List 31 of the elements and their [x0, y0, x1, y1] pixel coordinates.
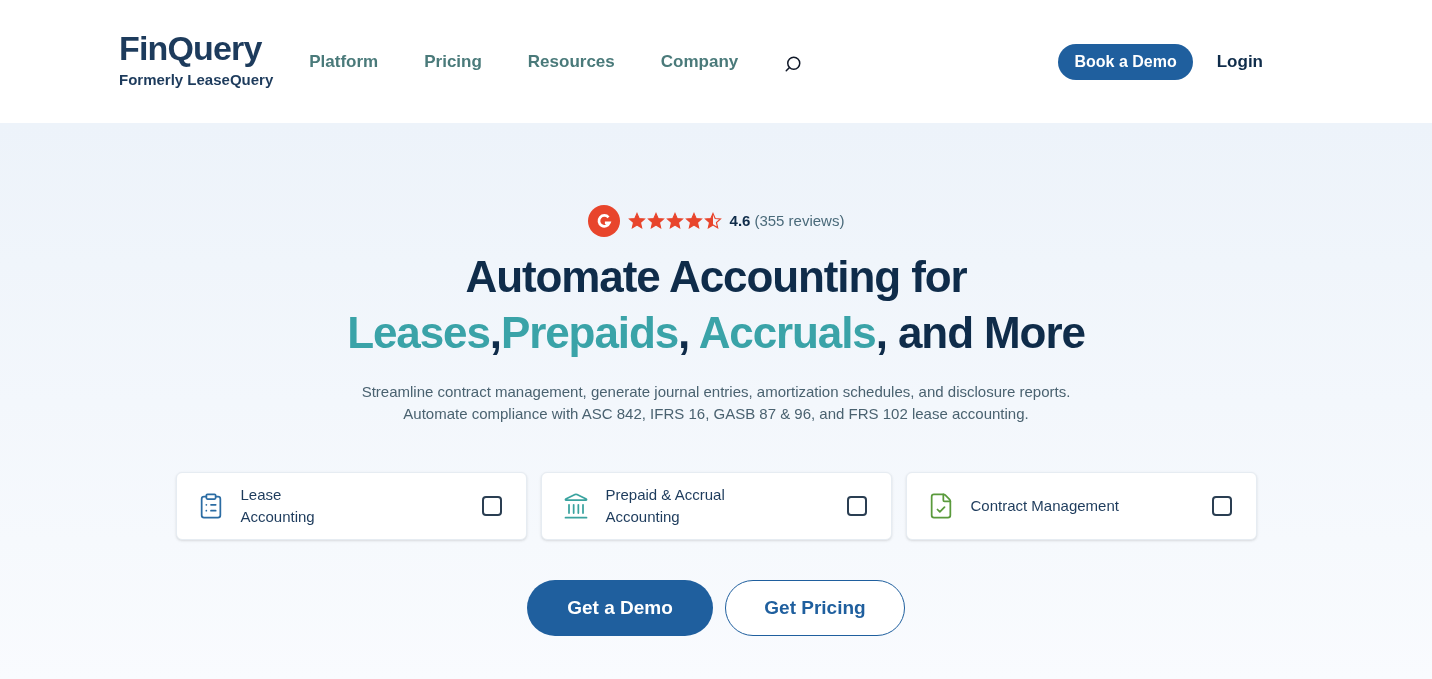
get-demo-button[interactable]: Get a Demo	[527, 580, 713, 636]
logo-tagline: Formerly LeaseQuery	[119, 70, 274, 91]
option-checkbox[interactable]	[846, 496, 867, 516]
review-count: (355 reviews)	[754, 210, 845, 231]
star-icon	[627, 212, 646, 230]
star-icon	[665, 212, 684, 230]
nav-link[interactable]: Platform	[309, 48, 379, 75]
hero-subtitle: Streamline contract management, generate journal entries, amortization schedules, and disclosure reports.	[361, 382, 1071, 402]
product-option-card[interactable]: Lease Accounting	[175, 472, 527, 540]
rating-score: 4.6	[729, 210, 751, 231]
hero-headline: Automate Accounting for Leases,Prepaids, Accruals, and More	[346, 251, 1086, 359]
login-link[interactable]: Login	[1216, 48, 1263, 75]
option-checkbox[interactable]	[481, 496, 502, 516]
star-icon	[646, 212, 665, 230]
nav-link[interactable]: Resources	[527, 48, 615, 75]
hero-subtitle: Automate compliance with ASC 842, IFRS 16, GASB 87 & 96, and FRS 102 lease accounting.	[403, 404, 1029, 424]
option-checkbox[interactable]	[1211, 496, 1232, 516]
book-demo-button[interactable]: Book a Demo	[1058, 43, 1193, 80]
star-icon	[684, 212, 703, 230]
get-pricing-button[interactable]: Get Pricing	[725, 580, 905, 636]
nav-link[interactable]: Pricing	[424, 48, 482, 75]
logo-wordmark[interactable]: FinQuery	[119, 31, 274, 66]
option-label: Prepaid & Accrual Accounting	[605, 485, 725, 527]
rating-logo-icon	[587, 205, 620, 237]
search-icon[interactable]	[784, 54, 803, 73]
product-option-card[interactable]: Contract Management	[905, 472, 1257, 540]
nav-link[interactable]: Company	[660, 48, 739, 75]
option-label: Contract Management	[970, 496, 1119, 516]
star-icon	[703, 212, 722, 230]
option-label: Lease Accounting	[240, 485, 315, 527]
product-option-card[interactable]: Prepaid & Accrual Accounting	[540, 472, 892, 540]
